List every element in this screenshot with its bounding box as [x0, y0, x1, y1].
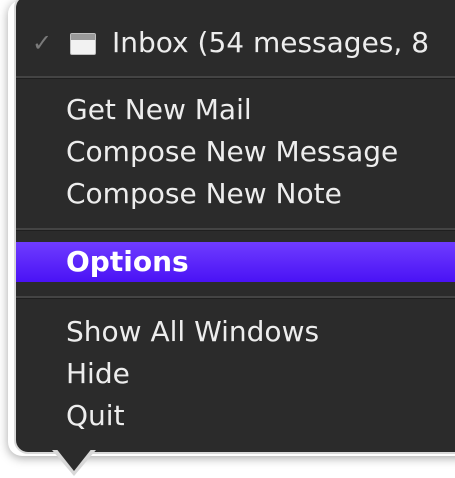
window-icon: [70, 33, 96, 55]
menu-item-show-all-windows[interactable]: Show All Windows: [16, 312, 455, 352]
menu-pointer-fill: [55, 447, 93, 471]
menu-item-label: Compose New Message: [66, 135, 399, 168]
menu-item-compose-new-message[interactable]: Compose New Message: [16, 132, 455, 172]
menu-separator: [16, 76, 455, 79]
menu-item-label: Options: [66, 245, 189, 278]
menu-item-quit[interactable]: Quit: [16, 396, 455, 436]
menu-item-label: Show All Windows: [66, 315, 320, 348]
menu-item-label: Compose New Note: [66, 177, 342, 210]
menu-item-get-new-mail[interactable]: Get New Mail: [16, 90, 455, 130]
menu-separator: [16, 296, 455, 299]
menu-item-label: Get New Mail: [66, 93, 252, 126]
menu-item-compose-new-note[interactable]: Compose New Note: [16, 174, 455, 214]
dock-context-menu: ✓ Inbox (54 messages, 8 Get New Mail Com…: [14, 0, 455, 454]
dock-menu-stage: ✓ Inbox (54 messages, 8 Get New Mail Com…: [0, 0, 455, 478]
menu-item-label: Inbox (54 messages, 8: [112, 26, 430, 59]
menu-item-hide[interactable]: Hide: [16, 354, 455, 394]
menu-item-label: Hide: [66, 357, 130, 390]
menu-item-label: Quit: [66, 399, 125, 432]
menu-item-options[interactable]: Options: [16, 242, 455, 282]
menu-separator: [16, 228, 455, 231]
menu-item-inbox-window[interactable]: ✓ Inbox (54 messages, 8: [16, 23, 455, 63]
checkmark-icon: ✓: [32, 29, 53, 57]
